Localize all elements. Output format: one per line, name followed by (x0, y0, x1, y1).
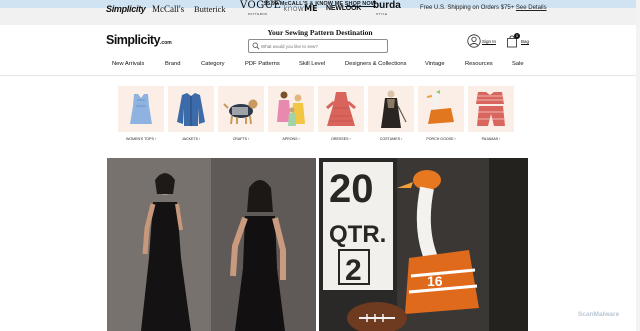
see-details-link[interactable]: See Details (516, 5, 547, 11)
category-crafts[interactable]: CRAFTS › (218, 86, 264, 144)
pajamas-icon (468, 86, 514, 132)
search-box (248, 39, 388, 53)
category-label: JACKETS › (181, 137, 201, 141)
sign-in-button[interactable]: Sign In (466, 34, 496, 50)
site-logo[interactable]: Simplicity.com (106, 33, 172, 47)
category-womens-tops[interactable]: WOMEN'S TOPS › (118, 86, 164, 144)
brand-newlook-link[interactable]: NEWLOOK (326, 3, 361, 15)
category-label: PORCH GOOSE › (426, 137, 456, 141)
jacket-icon (168, 86, 214, 132)
scrollbar[interactable] (636, 0, 640, 331)
scoreboard-mid: QTR. (329, 221, 386, 248)
model-photo (107, 158, 316, 331)
dog-costume-icon (218, 86, 264, 132)
goose-icon (418, 86, 464, 132)
goose-photo: 20 QTR. 2 16 (319, 158, 528, 331)
bag-label: Bag (521, 39, 530, 44)
womens-top-icon (118, 86, 164, 132)
hero-image-right[interactable]: 20 QTR. 2 16 (319, 158, 528, 331)
category-label: COSTUMES › (379, 137, 403, 141)
category-label: CRAFTS › (232, 137, 250, 141)
category-dresses[interactable]: DRESSES › (318, 86, 364, 144)
search-icon[interactable] (252, 42, 260, 50)
bag-count-badge: 0 (514, 33, 520, 39)
brand-knowme-a: know (283, 4, 305, 13)
category-jackets[interactable]: JACKETS › (168, 86, 214, 144)
hero-image-left[interactable] (107, 158, 316, 331)
shipping-notice: Free U.S. Shipping on Orders $75+ See De… (420, 3, 547, 14)
brand-mccalls-link[interactable]: McCall's (152, 3, 184, 15)
logo-text: Simplicity (106, 33, 161, 47)
brand-simplicity-link[interactable]: Simplicity (106, 3, 146, 15)
category-label: PAJAMAS › (481, 137, 501, 141)
nav-designers-collections[interactable]: Designers & Collections (345, 60, 407, 69)
sign-in-label: Sign In (482, 39, 497, 44)
category-strip: WOMEN'S TOPS › JACKETS › CRAFTS › APRONS… (118, 86, 518, 146)
nav-category[interactable]: Category (201, 60, 225, 69)
category-costumes[interactable]: COSTUMES › (368, 86, 414, 144)
category-aprons[interactable]: APRONS › (268, 86, 314, 144)
nav-divider (0, 75, 640, 76)
nav-sale[interactable]: Sale (512, 60, 524, 69)
jersey-number: 16 (427, 273, 443, 289)
category-label: WOMEN'S TOPS › (125, 137, 157, 141)
category-pajamas[interactable]: PAJAMAS › (468, 86, 514, 144)
scoreboard-top: 20 (329, 167, 374, 211)
nav-vintage[interactable]: Vintage (425, 60, 445, 69)
brand-burda-sub: STYLE (376, 12, 388, 16)
bag-button[interactable]: 0 Bag (505, 33, 531, 50)
brand-knowme-link[interactable]: knowME (283, 3, 318, 15)
user-icon (467, 34, 481, 48)
nav-skill-level[interactable]: Skill Level (299, 60, 325, 69)
costume-icon (368, 86, 414, 132)
category-label: DRESSES › (331, 137, 351, 141)
brand-butterick-link[interactable]: Butterick (194, 3, 226, 15)
nav-resources[interactable]: Resources (465, 60, 493, 69)
tagline: Your Sewing Pattern Destination (267, 28, 373, 37)
brand-knowme-b: ME (304, 4, 318, 13)
shipping-text: Free U.S. Shipping on Orders $75+ (420, 5, 516, 11)
scoreboard-bottom: 2 (345, 254, 362, 287)
category-porch-goose[interactable]: PORCH GOOSE › (418, 86, 464, 144)
logo-suffix: .com (160, 40, 172, 46)
nav-brand[interactable]: Brand (165, 60, 180, 69)
nav-new-arrivals[interactable]: New Arrivals (112, 60, 144, 69)
category-label: APRONS › (282, 137, 300, 141)
search-input[interactable] (261, 41, 385, 51)
nav-pdf-patterns[interactable]: PDF Patterns (245, 60, 280, 69)
watermark: ScanMalware (578, 311, 620, 318)
brand-vogue-sub: PATTERNS (248, 12, 268, 16)
apron-icon (268, 86, 314, 132)
dress-icon (318, 86, 364, 132)
main-nav: New Arrivals Brand Category PDF Patterns… (0, 58, 640, 72)
